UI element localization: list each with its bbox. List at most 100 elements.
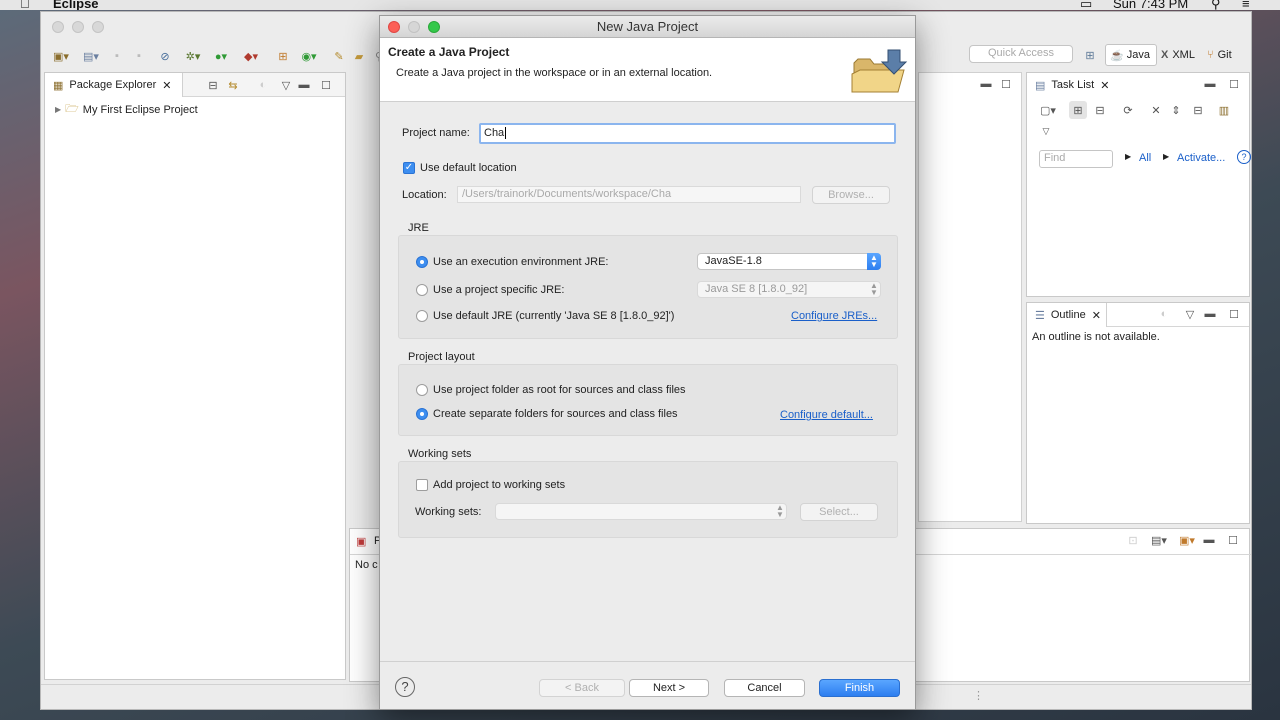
sync-icon[interactable]: ⟳ <box>1119 101 1137 119</box>
jre-group: Use an execution environment JRE: JavaSE… <box>398 235 898 339</box>
tab-package-explorer[interactable]: ▦ Package Explorer ✕ <box>45 73 183 97</box>
focus-workweek-icon[interactable]: ⇕ <box>1167 101 1185 119</box>
dialog-title: New Java Project <box>596 19 699 34</box>
minimize-view-icon[interactable]: ▬ <box>297 77 311 93</box>
activate-link[interactable]: Activate... <box>1177 152 1225 164</box>
outline-message: An outline is not available. <box>1032 331 1160 343</box>
zoom-window-button[interactable] <box>92 21 104 33</box>
debug-icon[interactable]: ✲▾ <box>181 48 205 64</box>
menu-app-name[interactable]: Eclipse <box>53 0 99 10</box>
default-jre-radio[interactable] <box>416 310 428 322</box>
open-console-icon[interactable]: ▣▾ <box>1176 533 1198 547</box>
minimize-window-button[interactable] <box>72 21 84 33</box>
help-icon[interactable]: ? <box>395 677 415 697</box>
maximize-view-icon[interactable]: ☐ <box>1226 533 1240 547</box>
all-link[interactable]: All <box>1139 152 1151 164</box>
add-to-working-sets-checkbox[interactable] <box>416 479 428 491</box>
run-external-icon[interactable]: ◆▾ <box>239 48 263 64</box>
notification-center-icon[interactable]: ≡ <box>1242 0 1250 10</box>
save-all-icon[interactable]: ▪ <box>131 48 147 64</box>
menu-clock[interactable]: Sun 7:43 PM <box>1113 0 1188 10</box>
pin-icon[interactable]: ⊡ <box>1126 533 1140 547</box>
configure-jres-link[interactable]: Configure JREs... <box>791 310 877 322</box>
project-specific-jre-select[interactable]: Java SE 8 [1.8.0_92] ▲ ▼ <box>697 281 881 298</box>
hide-completed-icon[interactable]: ✕ <box>1147 101 1165 119</box>
new-task-icon[interactable]: ▢▾ <box>1037 101 1059 119</box>
cancel-button[interactable]: Cancel <box>724 679 805 697</box>
xml-perspective-button[interactable]: X XML <box>1161 46 1195 64</box>
display-selected-icon[interactable]: ▤▾ <box>1148 533 1170 547</box>
maximize-view-icon[interactable]: ☐ <box>1227 307 1241 321</box>
save-icon[interactable]: ▪ <box>109 48 125 64</box>
new-java-package-icon[interactable]: ⊞ <box>275 48 291 64</box>
tree-item-project[interactable]: ▶ 🗁 My First Eclipse Project <box>55 100 198 119</box>
select-stepper-icon: ▲ ▼ <box>776 503 784 519</box>
scheduled-icon[interactable]: ⊟ <box>1091 101 1109 119</box>
configure-default-link[interactable]: Configure default... <box>780 409 873 421</box>
next-button[interactable]: Next > <box>629 679 709 697</box>
maximize-editor-icon[interactable]: ☐ <box>999 77 1013 91</box>
minimize-view-icon[interactable]: ▬ <box>1203 307 1217 321</box>
quick-access-input[interactable]: Quick Access <box>969 45 1073 63</box>
view-menu-icon[interactable]: ▽ <box>279 77 293 93</box>
project-specific-jre-radio[interactable] <box>416 284 428 296</box>
select-working-sets-button[interactable]: Select... <box>800 503 878 521</box>
finish-button[interactable]: Finish <box>819 679 900 697</box>
exec-env-jre-radio[interactable] <box>416 256 428 268</box>
project-root-radio[interactable] <box>416 384 428 396</box>
working-sets-select[interactable]: ▲ ▼ <box>495 503 787 520</box>
browse-button[interactable]: Browse... <box>812 186 890 204</box>
new-project-icon[interactable]: ▤▾ <box>79 48 103 64</box>
package-explorer-header: ▦ Package Explorer ✕ ⊟ ⇆ ◐ ▽ ▬ ☐ <box>45 73 345 97</box>
close-tab-icon[interactable]: ✕ <box>162 79 171 92</box>
spotlight-icon[interactable]: ⚲ <box>1211 0 1221 10</box>
open-type-icon[interactable]: ✎ <box>331 48 347 64</box>
minimize-dialog-button[interactable] <box>408 21 420 33</box>
new-java-class-icon[interactable]: ◉▾ <box>297 48 321 64</box>
collapse-all-icon[interactable]: ⊟ <box>205 77 221 93</box>
maximize-view-icon[interactable]: ☐ <box>1227 77 1241 91</box>
close-window-button[interactable] <box>52 21 64 33</box>
focus-icon[interactable]: ◐ <box>255 77 271 93</box>
view-menu-icon[interactable]: ▽ <box>1183 307 1197 321</box>
use-default-location-checkbox[interactable]: ✓ <box>403 162 415 174</box>
open-folder-icon[interactable]: ▰ <box>351 48 367 64</box>
repository-icon[interactable]: ▥ <box>1215 101 1233 119</box>
maximize-view-icon[interactable]: ☐ <box>319 77 333 93</box>
git-perspective-button[interactable]: ⑂ Git <box>1207 46 1232 64</box>
project-name-input[interactable]: Cha <box>479 123 896 144</box>
back-button[interactable]: < Back <box>539 679 625 697</box>
task-find-input[interactable]: Find <box>1039 150 1113 168</box>
open-perspective-icon[interactable]: ⊞ <box>1081 46 1099 64</box>
close-tab-icon[interactable]: ✕ <box>1092 309 1101 322</box>
project-root-label: Use project folder as root for sources a… <box>433 384 686 396</box>
java-perspective-button[interactable]: ☕ Java <box>1105 44 1157 66</box>
tab-outline[interactable]: ☰ Outline ✕ <box>1027 303 1107 327</box>
separate-folders-radio[interactable] <box>416 408 428 420</box>
exec-env-select[interactable]: JavaSE-1.8 ▲ ▼ <box>697 253 881 270</box>
display-icon[interactable]: ▭ <box>1080 0 1092 10</box>
focus-icon[interactable]: ◐ <box>1157 307 1171 321</box>
expand-arrow-icon[interactable]: ▶ <box>55 105 61 114</box>
close-dialog-button[interactable] <box>388 21 400 33</box>
git-perspective-label: Git <box>1217 49 1232 61</box>
minimize-view-icon[interactable]: ▬ <box>1203 77 1217 91</box>
apple-icon[interactable]:  <box>20 0 30 10</box>
link-with-editor-icon[interactable]: ⇆ <box>225 77 241 93</box>
view-menu-icon[interactable]: ▽ <box>1039 125 1053 137</box>
project-specific-jre-value: Java SE 8 [1.8.0_92] <box>705 283 808 295</box>
minimize-view-icon[interactable]: ▬ <box>1202 533 1216 547</box>
categorized-icon[interactable]: ⊞ <box>1069 101 1087 119</box>
minimize-editor-icon[interactable]: ▬ <box>979 77 993 91</box>
help-icon[interactable]: ? <box>1237 150 1251 164</box>
skip-breakpoints-icon[interactable]: ⊘ <box>157 48 173 64</box>
zoom-dialog-button[interactable] <box>428 21 440 33</box>
tab-task-list[interactable]: ▤ Task List ✕ <box>1027 73 1117 97</box>
new-wizard-icon[interactable]: ▣▾ <box>49 48 73 64</box>
run-icon[interactable]: ●▾ <box>209 48 233 64</box>
close-tab-icon[interactable]: ✕ <box>1100 79 1109 92</box>
location-input[interactable]: /Users/trainork/Documents/workspace/Cha <box>457 186 801 203</box>
new-java-project-dialog: New Java Project Create a Java Project C… <box>379 15 916 710</box>
collapse-all-icon[interactable]: ⊟ <box>1189 101 1207 119</box>
dialog-footer: ? < Back Next > Cancel Finish <box>380 661 915 709</box>
